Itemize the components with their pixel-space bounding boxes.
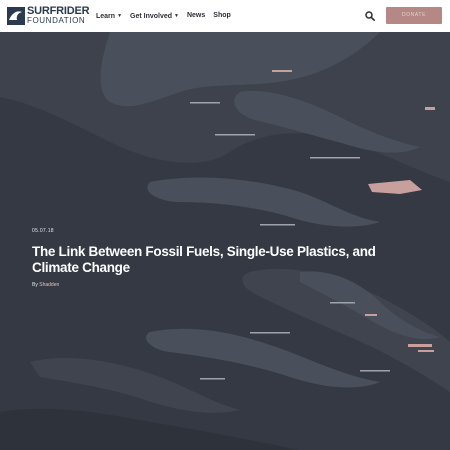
site-header: SURFRIDER FOUNDATION Learn ▼ Get Involved…: [0, 0, 450, 32]
chevron-down-icon: ▼: [117, 13, 123, 19]
page-title: The Link Between Fossil Fuels, Single-Us…: [32, 244, 376, 275]
wave-logo-icon: [7, 7, 25, 25]
post-date: 05.07.18: [32, 228, 54, 234]
nav-news[interactable]: News: [187, 11, 205, 23]
post-byline: By Shadden: [32, 282, 59, 288]
hero-ocean-image: [0, 32, 450, 450]
nav-label: Get Involved: [130, 13, 173, 20]
nav-shop[interactable]: Shop: [213, 11, 231, 23]
nav-learn[interactable]: Learn ▼: [96, 11, 122, 23]
nav-label: News: [186, 12, 206, 19]
main-nav: Learn ▼ Get Involved ▼ News Shop: [96, 11, 231, 23]
author-link[interactable]: Shadden: [39, 282, 59, 288]
search-icon[interactable]: [365, 11, 375, 21]
nav-get-involved[interactable]: Get Involved ▼: [130, 11, 179, 23]
nav-label: Shop: [213, 12, 231, 19]
byline-prefix: By: [32, 282, 38, 288]
donate-button[interactable]: DONATE: [386, 7, 442, 24]
logo-subtitle: FOUNDATION: [27, 16, 86, 25]
nav-label: Learn: [96, 13, 116, 20]
surfrider-logo[interactable]: SURFRIDER FOUNDATION: [7, 6, 90, 26]
chevron-down-icon: ▼: [174, 13, 179, 19]
